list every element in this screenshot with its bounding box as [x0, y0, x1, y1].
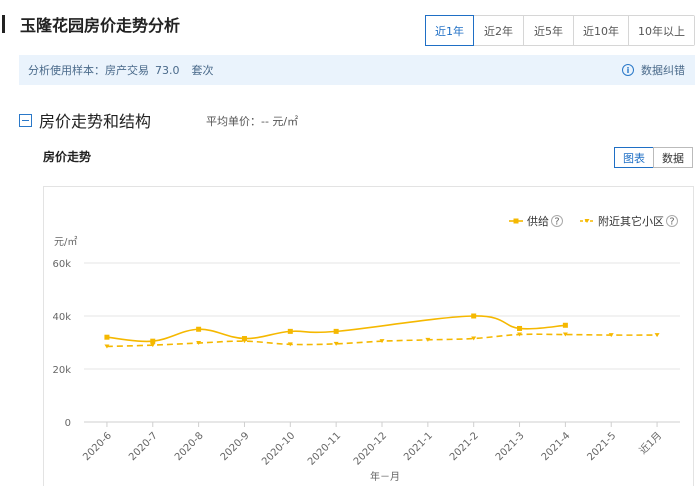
legend-label: 附近其它小区	[598, 214, 664, 228]
legend-marker	[513, 218, 519, 224]
data-point	[287, 328, 293, 334]
x-tick-label: 2020-6	[81, 430, 114, 463]
data-point	[654, 333, 660, 338]
data-point	[196, 326, 202, 332]
y-axis-label: 元/㎡	[54, 236, 77, 248]
data-point	[104, 334, 110, 340]
x-tick-label: 2020-12	[352, 430, 389, 467]
x-tick-label: 2020-10	[260, 430, 297, 467]
x-axis-label: 年－月	[370, 470, 400, 483]
help-icon-glyph: ?	[669, 217, 674, 228]
series-line	[106, 315, 566, 343]
x-tick-label: 2021-2	[448, 430, 481, 463]
y-tick-label: 60k	[52, 259, 71, 270]
x-tick-label: 2021-3	[494, 430, 527, 463]
y-tick-label: 0	[65, 418, 71, 429]
x-tick-label: 2020-8	[173, 430, 206, 463]
data-point	[333, 328, 339, 334]
page: 玉隆花园房价走势分析 近1年 近2年 近5年 近10年 10年以上 分析使用样本…	[0, 0, 700, 486]
x-tick-label: 2021-4	[540, 430, 573, 463]
price-trend-chart: 020k40k60k元/㎡2020-6 2020-7 2020-8 2020-9 202…	[52, 214, 680, 483]
data-point	[562, 322, 568, 328]
data-point	[150, 338, 156, 344]
data-point	[517, 325, 523, 331]
x-tick-label: 2021-5	[586, 430, 619, 463]
x-tick-label: 2020-9	[219, 430, 252, 463]
x-tick-label: 2020-11	[306, 430, 343, 467]
x-tick-label: 近1月	[636, 429, 664, 457]
y-tick-label: 40k	[52, 312, 71, 323]
legend-label: 供给	[527, 214, 549, 228]
help-icon-glyph: ?	[554, 217, 559, 228]
x-tick-label: 2020-7	[127, 430, 160, 463]
y-tick-label: 20k	[52, 365, 71, 376]
x-tick-label: 2021-1	[402, 430, 435, 463]
data-point	[471, 313, 477, 319]
